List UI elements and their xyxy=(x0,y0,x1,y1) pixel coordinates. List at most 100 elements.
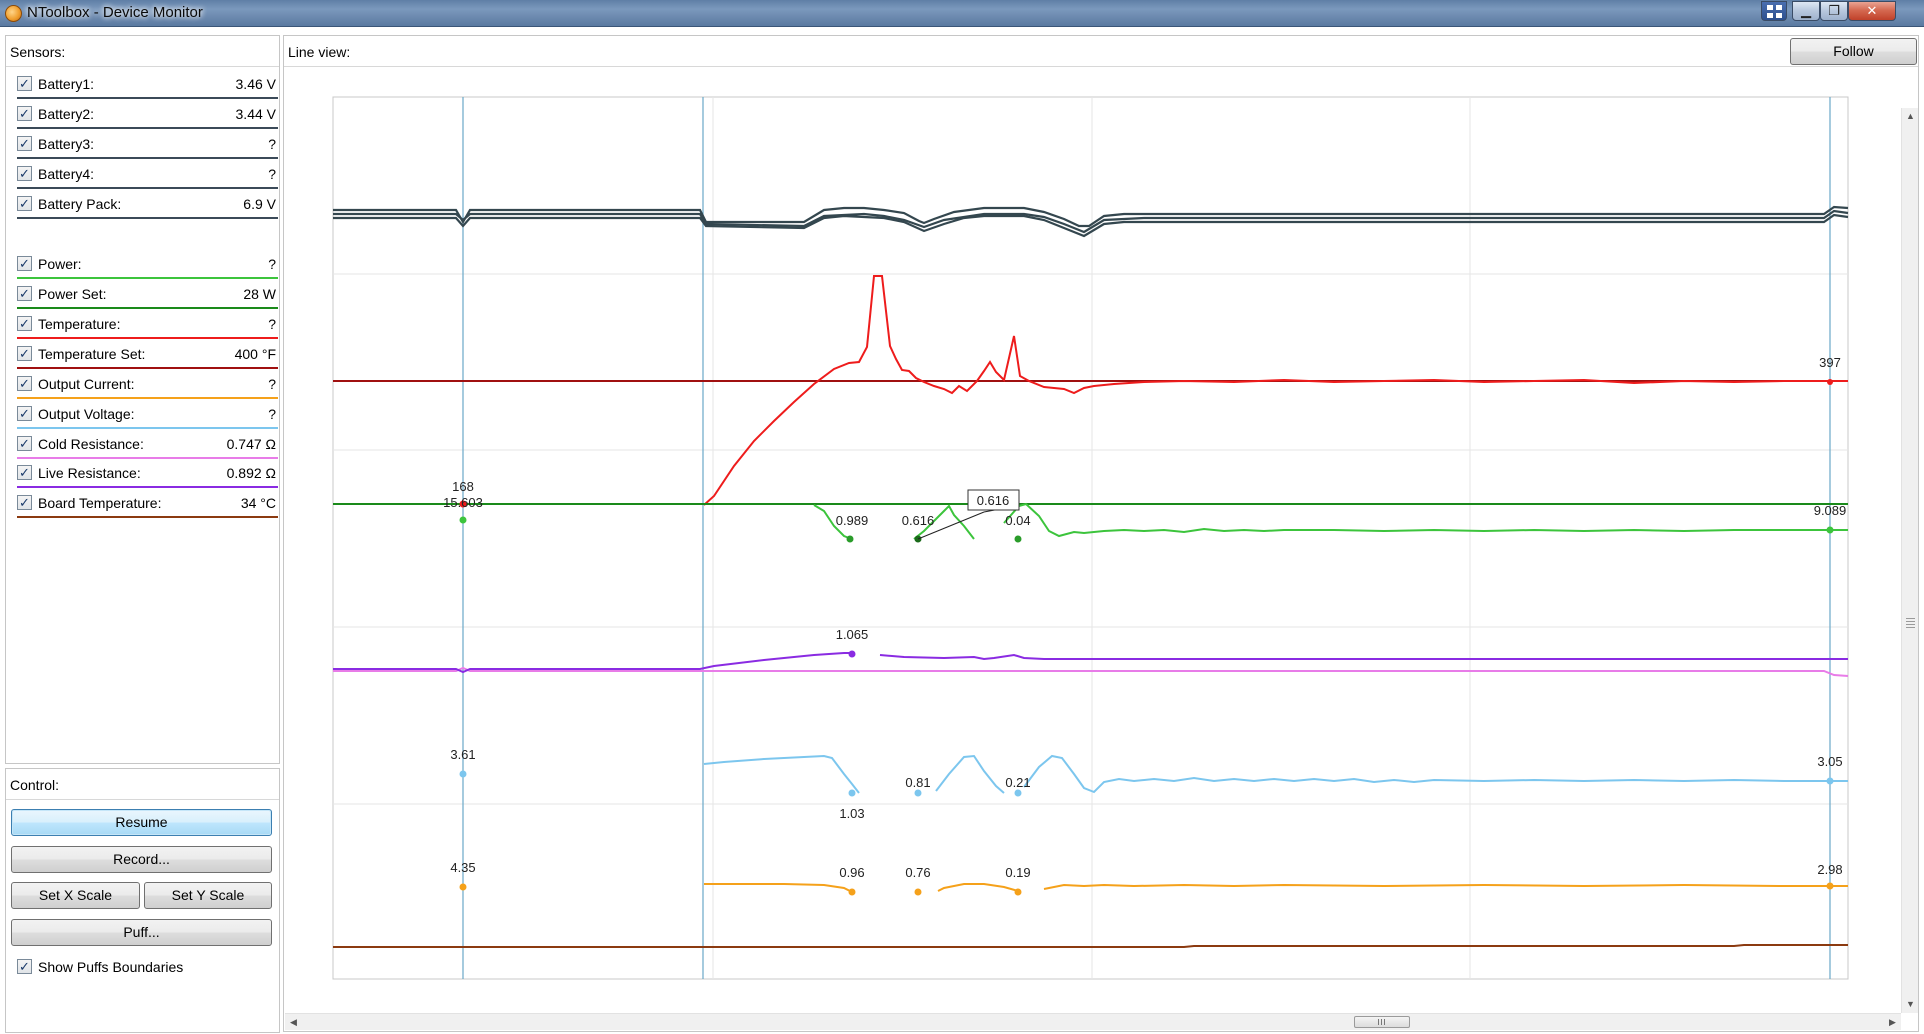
temperature-set-checkbox[interactable]: ✓ xyxy=(17,346,32,361)
sensor-value: 3.46 V xyxy=(235,76,276,92)
app-icon xyxy=(5,5,22,22)
battery1-checkbox[interactable]: ✓ xyxy=(17,76,32,91)
output-voltage-marker[interactable] xyxy=(1014,789,1022,797)
sensor-label: Temperature: xyxy=(38,316,121,332)
output-voltage-marker[interactable] xyxy=(914,789,922,797)
output-current-checkbox[interactable]: ✓ xyxy=(17,376,32,391)
sensor-label: Battery2: xyxy=(38,106,95,122)
divider xyxy=(6,799,279,800)
output-voltage-checkbox[interactable]: ✓ xyxy=(17,406,32,421)
output-current-marker[interactable] xyxy=(914,888,922,896)
line-chart[interactable]: 397 168 15.603 0.989 0.616 0.04 9.089 0.… xyxy=(284,36,1899,1012)
sensor-row-cold-resistance: ✓ Cold Resistance: 0.747 Ω xyxy=(12,432,278,459)
puff-button[interactable]: Puff... xyxy=(11,919,272,946)
sensors-panel: Sensors: ✓ Battery1: 3.46 V ✓ Battery2: … xyxy=(5,35,280,764)
output-voltage-marker[interactable] xyxy=(459,770,467,778)
sensor-label: Output Voltage: xyxy=(38,406,135,422)
power-set-checkbox[interactable]: ✓ xyxy=(17,286,32,301)
battery4-checkbox[interactable]: ✓ xyxy=(17,166,32,181)
power-marker[interactable] xyxy=(1826,526,1834,534)
output-current-marker[interactable] xyxy=(459,883,467,891)
power-marker[interactable] xyxy=(846,535,854,543)
live-resistance-label-1065: 1.065 xyxy=(836,627,869,642)
scroll-down-icon[interactable]: ▼ xyxy=(1902,996,1919,1013)
sensor-row-output-voltage: ✓ Output Voltage: ? xyxy=(12,402,278,429)
temperature-marker[interactable] xyxy=(1827,379,1833,385)
temperature-label-397: 397 xyxy=(1819,355,1841,370)
show-puffs-label: Show Puffs Boundaries xyxy=(38,959,184,975)
board-temperature-checkbox[interactable]: ✓ xyxy=(17,495,32,510)
series-color-line xyxy=(17,217,278,219)
sensor-row-battery2: ✓ Battery2: 3.44 V xyxy=(12,102,278,129)
sensor-row-output-current: ✓ Output Current: ? xyxy=(12,372,278,399)
cold-resistance-checkbox[interactable]: ✓ xyxy=(17,436,32,451)
sensor-row-power: ✓ Power: ? xyxy=(12,252,278,279)
record-button[interactable]: Record... xyxy=(11,846,272,873)
sensor-row-battery4: ✓ Battery4: ? xyxy=(12,162,278,189)
output-current-label-096: 0.96 xyxy=(839,865,864,880)
control-header: Control: xyxy=(10,777,60,793)
scroll-grip-icon[interactable] xyxy=(1906,618,1915,628)
power-marker[interactable] xyxy=(459,516,467,524)
minimize-button[interactable]: ▁ xyxy=(1792,1,1820,21)
sensor-value: 0.747 Ω xyxy=(226,436,276,452)
power-label-9089: 9.089 xyxy=(1814,503,1847,518)
horizontal-scroll-thumb[interactable] xyxy=(1354,1016,1410,1028)
show-puffs-checkbox[interactable]: ✓ xyxy=(17,959,32,974)
sensors-header: Sensors: xyxy=(10,44,66,60)
sensor-label: Live Resistance: xyxy=(38,465,141,481)
series-color-line xyxy=(17,457,278,459)
output-current-marker[interactable] xyxy=(1014,888,1022,896)
power-label-168: 168 xyxy=(452,479,474,494)
scroll-right-icon[interactable]: ▶ xyxy=(1884,1014,1901,1031)
maximize-button[interactable]: ❐ xyxy=(1820,1,1848,21)
output-current-label-019: 0.19 xyxy=(1005,865,1030,880)
sensor-value: ? xyxy=(268,256,276,272)
battery3-checkbox[interactable]: ✓ xyxy=(17,136,32,151)
output-voltage-label-081: 0.81 xyxy=(905,775,930,790)
close-button[interactable]: ✕ xyxy=(1848,1,1896,21)
battery2-checkbox[interactable]: ✓ xyxy=(17,106,32,121)
sensor-value: ? xyxy=(268,136,276,152)
sensor-row-power-set: ✓ Power Set: 28 W xyxy=(12,282,278,309)
scroll-up-icon[interactable]: ▲ xyxy=(1902,108,1919,125)
live-resistance-marker[interactable] xyxy=(848,650,856,658)
power-checkbox[interactable]: ✓ xyxy=(17,256,32,271)
output-voltage-marker[interactable] xyxy=(1826,777,1834,785)
sensor-value: 28 W xyxy=(243,286,276,302)
power-label-0616: 0.616 xyxy=(902,513,935,528)
resume-button[interactable]: Resume xyxy=(11,809,272,836)
sensor-value: 3.44 V xyxy=(235,106,276,122)
output-voltage-label-305: 3.05 xyxy=(1817,754,1842,769)
series-color-line xyxy=(17,277,278,279)
output-current-marker[interactable] xyxy=(848,888,856,896)
sensor-value: ? xyxy=(268,166,276,182)
snap-layout-icon[interactable] xyxy=(1761,1,1787,21)
power-label-004: 0.04 xyxy=(1005,513,1030,528)
sensor-label: Output Current: xyxy=(38,376,135,392)
series-color-line xyxy=(17,397,278,399)
sensor-row-temperature: ✓ Temperature: ? xyxy=(12,312,278,339)
live-resistance-checkbox[interactable]: ✓ xyxy=(17,465,32,480)
output-voltage-marker[interactable] xyxy=(848,789,856,797)
temperature-checkbox[interactable]: ✓ xyxy=(17,316,32,331)
set-x-scale-button[interactable]: Set X Scale xyxy=(11,882,140,909)
horizontal-scrollbar[interactable]: ◀ ▶ xyxy=(285,1013,1901,1030)
vertical-scrollbar[interactable]: ▲ ▼ xyxy=(1901,108,1918,1013)
scroll-grip-icon xyxy=(1378,1019,1387,1025)
output-current-label-076: 0.76 xyxy=(905,865,930,880)
control-panel: Control: Resume Record... Set X Scale Se… xyxy=(5,768,280,1033)
sensor-label: Battery1: xyxy=(38,76,95,92)
battery-pack-checkbox[interactable]: ✓ xyxy=(17,196,32,211)
power-marker[interactable] xyxy=(1014,535,1022,543)
scroll-left-icon[interactable]: ◀ xyxy=(285,1014,302,1031)
sensor-label: Battery4: xyxy=(38,166,95,182)
sensor-value: 34 °C xyxy=(240,495,276,511)
output-current-marker[interactable] xyxy=(1826,882,1834,890)
line-view-panel: Line view: Follow 397 168 15.603 0.989 0… xyxy=(283,35,1919,1032)
sensor-value: ? xyxy=(268,376,276,392)
series-color-line xyxy=(17,337,278,339)
sensor-row-board-temperature: ✓ Board Temperature: 34 °C xyxy=(12,491,278,518)
output-current-label-435: 4.35 xyxy=(450,860,475,875)
set-y-scale-button[interactable]: Set Y Scale xyxy=(144,882,272,909)
